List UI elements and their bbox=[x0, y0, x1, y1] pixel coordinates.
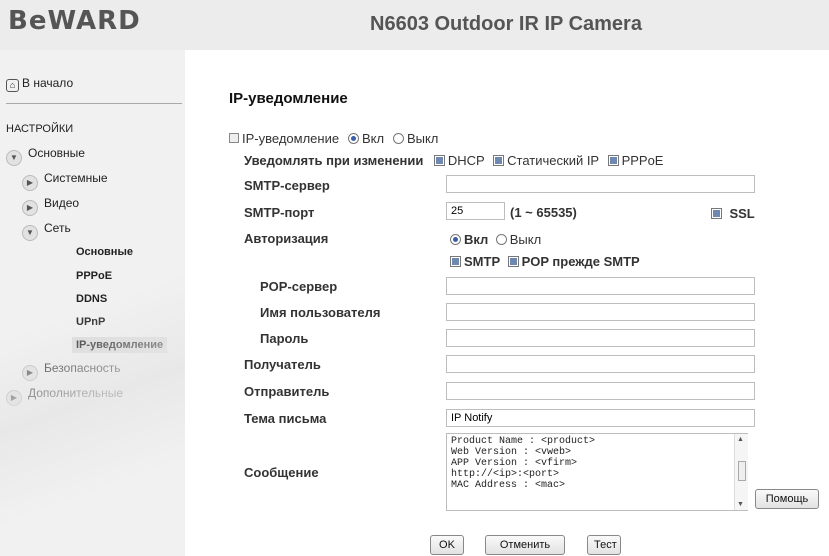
pop-server-input[interactable] bbox=[446, 277, 755, 295]
chevron-right-icon: ▶ bbox=[22, 175, 38, 191]
sidebar-item-system[interactable]: ▶ Системные bbox=[22, 171, 108, 191]
logo: BeWARD bbox=[8, 6, 141, 36]
home-label: В начало bbox=[22, 76, 74, 90]
scroll-down-icon[interactable]: ▼ bbox=[737, 501, 744, 508]
sidebar-item-security[interactable]: ▶ Безопасность bbox=[22, 361, 121, 381]
ssl-row: SSL bbox=[711, 205, 755, 223]
scroll-up-icon[interactable]: ▲ bbox=[737, 436, 744, 443]
divider bbox=[6, 103, 182, 104]
ok-button[interactable]: OK bbox=[430, 535, 464, 555]
ip-notify-enable-row: IP-уведомление Вкл Выкл bbox=[229, 130, 438, 148]
message-label: Сообщение bbox=[244, 465, 319, 480]
sidebar-item-upnp[interactable]: UPnP bbox=[76, 316, 105, 328]
subject-input[interactable] bbox=[446, 409, 755, 427]
sender-input[interactable] bbox=[446, 382, 755, 400]
scroll-thumb[interactable] bbox=[738, 461, 746, 481]
chevron-down-icon: ▼ bbox=[22, 225, 38, 241]
pop-before-smtp-label: POP прежде SMTP bbox=[521, 254, 640, 269]
notify-on-change-label: Уведомлять при изменении bbox=[244, 153, 424, 168]
smtp-auth-checkbox[interactable] bbox=[450, 256, 461, 267]
dhcp-checkbox[interactable] bbox=[433, 155, 445, 166]
recipient-input[interactable] bbox=[446, 355, 755, 373]
smtp-port-range: (1 ~ 65535) bbox=[510, 205, 577, 220]
auth-on-label: Вкл bbox=[464, 232, 489, 247]
chevron-right-icon: ▶ bbox=[6, 390, 22, 406]
bullet-icon bbox=[229, 133, 239, 143]
auth-label: Авторизация bbox=[244, 231, 329, 246]
chevron-right-icon: ▶ bbox=[22, 200, 38, 216]
cancel-button[interactable]: Отменить bbox=[485, 535, 565, 555]
password-input[interactable] bbox=[446, 329, 755, 347]
ip-notify-label: IP-уведомление bbox=[242, 131, 340, 146]
pppoe-checkbox[interactable] bbox=[607, 155, 619, 166]
message-scrollbar[interactable]: ▲ ▼ bbox=[734, 434, 748, 510]
settings-heading: НАСТРОЙКИ bbox=[6, 123, 74, 135]
home-icon: ⌂ bbox=[6, 79, 19, 92]
enable-on-label: Вкл bbox=[361, 131, 385, 146]
sidebar-item-ddns[interactable]: DDNS bbox=[76, 293, 107, 305]
static-ip-checkbox[interactable] bbox=[493, 155, 505, 166]
sidebar-item-video[interactable]: ▶ Видео bbox=[22, 196, 79, 216]
home-link[interactable]: ⌂ В начало bbox=[6, 76, 73, 92]
smtp-port-label: SMTP-порт bbox=[244, 205, 315, 220]
sidebar: ⌂ В начало НАСТРОЙКИ ▼ Основные ▶ Системные… bbox=[0, 50, 185, 556]
ssl-checkbox[interactable] bbox=[711, 208, 722, 219]
smtp-auth-label: SMTP bbox=[464, 254, 501, 269]
smtp-port-input[interactable] bbox=[446, 202, 505, 220]
header: BeWARD N6603 Outdoor IR IP Camera bbox=[0, 0, 829, 50]
message-textarea[interactable]: Product Name : <product> Web Version : <… bbox=[446, 433, 748, 511]
main-content: IP-уведомление IP-уведомление Вкл Выкл У… bbox=[185, 50, 829, 556]
recipient-label: Получатель bbox=[244, 357, 321, 372]
auth-off-label: Выкл bbox=[509, 232, 542, 247]
dhcp-label: DHCP bbox=[447, 153, 485, 168]
smtp-server-label: SMTP-сервер bbox=[244, 178, 330, 193]
auth-method-row: SMTP POP прежде SMTP bbox=[450, 253, 640, 271]
static-ip-label: Статический IP bbox=[507, 153, 600, 168]
sidebar-item-label: Основные bbox=[28, 146, 85, 160]
auth-radio-row: Вкл Выкл bbox=[450, 231, 541, 249]
sidebar-item-pppoe[interactable]: PPPoE bbox=[76, 270, 112, 282]
sidebar-item-ip-notify[interactable]: IP-уведомление bbox=[72, 337, 168, 353]
sidebar-item-label: Сеть bbox=[44, 221, 71, 235]
page-title: IP-уведомление bbox=[229, 90, 348, 107]
test-button[interactable]: Тест bbox=[587, 535, 621, 555]
help-button[interactable]: Помощь bbox=[755, 489, 819, 509]
sidebar-item-label: Системные bbox=[44, 171, 108, 185]
auth-off-radio[interactable] bbox=[495, 234, 507, 245]
sidebar-item-label: Безопасность bbox=[44, 361, 121, 375]
enable-off-label: Выкл bbox=[406, 131, 439, 146]
chevron-right-icon: ▶ bbox=[22, 365, 38, 381]
smtp-server-input[interactable] bbox=[446, 175, 755, 193]
sidebar-item-basic[interactable]: ▼ Основные bbox=[6, 146, 85, 166]
sidebar-item-network-basic[interactable]: Основные bbox=[76, 246, 133, 258]
chevron-down-icon: ▼ bbox=[6, 150, 22, 166]
password-label: Пароль bbox=[260, 331, 309, 346]
camera-title: N6603 Outdoor IR IP Camera bbox=[370, 13, 642, 35]
ssl-label: SSL bbox=[729, 206, 755, 221]
sender-label: Отправитель bbox=[244, 384, 330, 399]
subject-label: Тема письма bbox=[244, 411, 327, 426]
sidebar-item-label: Видео bbox=[44, 196, 80, 210]
sidebar-item-network[interactable]: ▼ Сеть bbox=[22, 221, 71, 241]
pop-server-label: POP-сервер bbox=[260, 279, 338, 294]
pop-before-smtp-checkbox[interactable] bbox=[507, 256, 519, 267]
enable-on-radio[interactable] bbox=[347, 133, 359, 144]
notify-on-change-row: Уведомлять при изменении DHCP Статически… bbox=[244, 152, 663, 170]
sidebar-item-advanced[interactable]: ▶ Дополнительные bbox=[6, 386, 123, 406]
sidebar-item-label: Дополнительные bbox=[28, 386, 123, 400]
auth-on-radio[interactable] bbox=[450, 234, 461, 245]
username-input[interactable] bbox=[446, 303, 755, 321]
username-label: Имя пользователя bbox=[260, 305, 381, 320]
pppoe-label: PPPoE bbox=[621, 153, 664, 168]
enable-off-radio[interactable] bbox=[392, 133, 404, 144]
